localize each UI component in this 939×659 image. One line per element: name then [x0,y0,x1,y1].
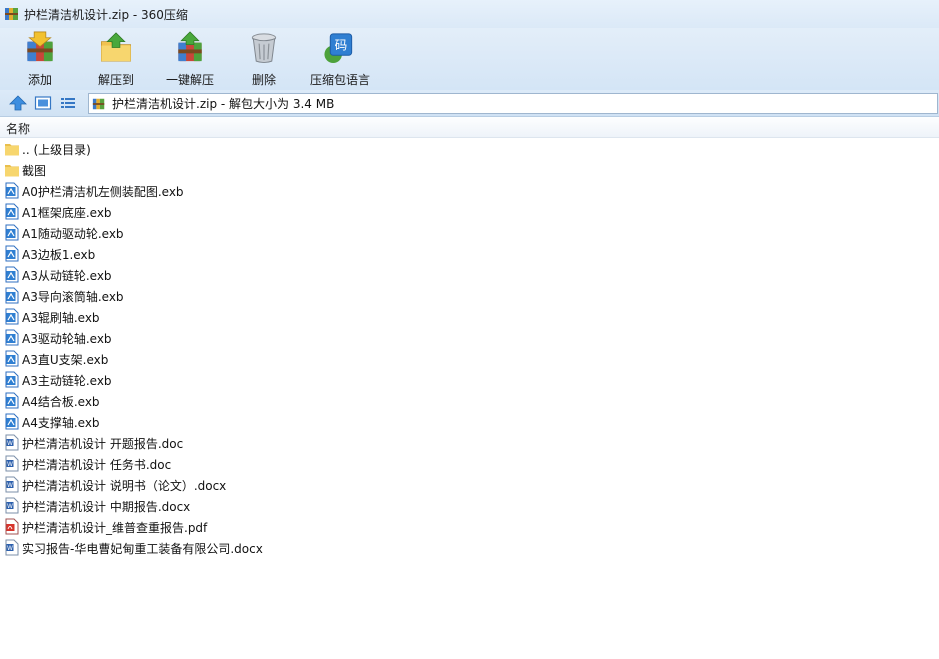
file-name: A3主动链轮.exb [22,374,112,388]
file-row[interactable]: A4支撑轴.exb [0,411,939,432]
file-name: 护栏清洁机设计_维普查重报告.pdf [22,521,208,535]
one-click-extract-button-label: 一键解压 [165,73,214,87]
file-row[interactable]: A3辊刷轴.exb [0,306,939,327]
column-header-label: 名称 [6,122,31,136]
toolbar: 添加 解压到 一键解压 删除 码 压缩包语言 [0,28,939,90]
file-name: A4结合板.exb [22,395,100,409]
file-name: A3直U支架.exb [22,353,109,367]
file-row[interactable]: W 护栏清洁机设计 任务书.doc [0,453,939,474]
file-name: A3边板1.exb [22,248,96,262]
exb-file-icon [5,287,19,304]
svg-text:W: W [7,461,13,468]
exb-file-icon [5,203,19,220]
exb-file-icon [5,413,19,430]
extract-to-button[interactable]: 解压到 [94,28,138,88]
trash-icon [251,33,277,64]
docx-file-icon: W [5,539,19,556]
address-bar[interactable]: 护栏清洁机设计.zip - 解包大小为 3.4 MB [88,93,938,114]
file-name: A3驱动轮轴.exb [22,332,112,346]
doc-file-icon: W [5,434,19,451]
file-row[interactable]: A1随动驱动轮.exb [0,222,939,243]
file-row[interactable]: A3直U支架.exb [0,348,939,369]
folder-icon [5,165,19,177]
exb-file-icon [5,350,19,367]
one-click-extract-button[interactable]: 一键解压 [163,28,217,88]
archive-language-button[interactable]: 码 压缩包语言 [307,28,373,88]
file-name: 护栏清洁机设计 任务书.doc [22,458,172,472]
up-arrow-icon[interactable] [9,94,27,112]
file-row[interactable]: A1框架底座.exb [0,201,939,222]
file-name: A4支撑轴.exb [22,416,100,430]
exb-file-icon [5,266,19,283]
list-view-icon[interactable] [59,94,77,112]
exb-file-icon [5,308,19,325]
add-button-label: 添加 [27,73,52,87]
file-row[interactable]: W 护栏清洁机设计 开题报告.doc [0,432,939,453]
title-bar: 护栏清洁机设计.zip - 360压缩 [0,0,939,28]
doc-file-icon: W [5,455,19,472]
archive-icon [92,98,105,109]
docx-file-icon: W [5,476,19,493]
file-row[interactable]: A3主动链轮.exb [0,369,939,390]
exb-file-icon [5,182,19,199]
file-list: .. (上级目录) 截图 A0护栏清洁机左侧装配图.exb A1框架底座.exb A1随… [0,138,939,558]
address-text: 护栏清洁机设计.zip - 解包大小为 3.4 MB [112,97,335,111]
folder-icon [5,144,19,156]
file-name: 实习报告-华电曹妃甸重工装备有限公司.docx [22,542,263,556]
file-name: .. (上级目录) [22,143,91,157]
column-header-name[interactable]: 名称 [0,117,939,138]
file-row[interactable]: A3导向滚筒轴.exb [0,285,939,306]
exb-file-icon [5,371,19,388]
folder-row[interactable]: .. (上级目录) [0,138,939,159]
archive-icon [5,8,18,20]
thumbnail-view-icon[interactable] [34,94,52,112]
exb-file-icon [5,329,19,346]
svg-text:码: 码 [335,37,348,52]
folder-extract-icon [101,32,131,62]
file-name: A3辊刷轴.exb [22,311,100,325]
svg-text:W: W [7,503,13,510]
file-name: A3导向滚筒轴.exb [22,290,124,304]
archive-add-icon [27,31,53,62]
file-row[interactable]: 护栏清洁机设计_维普查重报告.pdf [0,516,939,537]
svg-text:W: W [7,482,13,489]
file-row[interactable]: W 护栏清洁机设计 中期报告.docx [0,495,939,516]
file-name: 截图 [22,164,47,178]
file-name: 护栏清洁机设计 开题报告.doc [22,437,184,451]
extract-to-button-label: 解压到 [97,73,134,87]
exb-file-icon [5,224,19,241]
exb-file-icon [5,245,19,262]
file-name: A3从动链轮.exb [22,269,112,283]
svg-text:W: W [7,545,13,552]
window-title: 护栏清洁机设计.zip - 360压缩 [24,7,188,22]
file-row[interactable]: A0护栏清洁机左侧装配图.exb [0,180,939,201]
file-row[interactable]: A3驱动轮轴.exb [0,327,939,348]
pdf-file-icon [5,518,19,535]
add-button[interactable]: 添加 [18,28,62,88]
file-name: A0护栏清洁机左侧装配图.exb [22,185,184,199]
navigation-bar: 护栏清洁机设计.zip - 解包大小为 3.4 MB [0,90,939,117]
file-name: A1框架底座.exb [22,206,112,220]
file-row[interactable]: W 护栏清洁机设计 说明书（论文）.docx [0,474,939,495]
delete-button-label: 删除 [251,73,276,87]
file-name: 护栏清洁机设计 说明书（论文）.docx [22,479,227,493]
file-row[interactable]: A3边板1.exb [0,243,939,264]
archive-language-button-label: 压缩包语言 [309,73,370,87]
file-name: 护栏清洁机设计 中期报告.docx [22,500,191,514]
folder-row[interactable]: 截图 [0,159,939,180]
exb-file-icon [5,392,19,409]
code-page-icon: 码 [324,33,353,64]
file-row[interactable]: A3从动链轮.exb [0,264,939,285]
file-name: A1随动驱动轮.exb [22,227,124,241]
docx-file-icon: W [5,497,19,514]
file-row[interactable]: A4结合板.exb [0,390,939,411]
file-row[interactable]: W 实习报告-华电曹妃甸重工装备有限公司.docx [0,537,939,558]
svg-text:W: W [7,440,13,447]
delete-button[interactable]: 删除 [242,28,286,88]
archive-onekey-icon [178,31,202,62]
